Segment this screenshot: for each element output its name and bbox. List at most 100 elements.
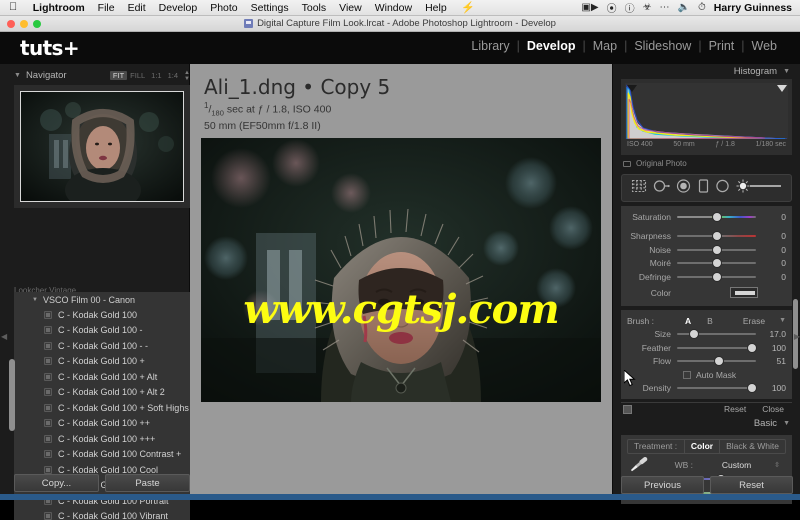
slider-knob[interactable]	[748, 384, 756, 392]
menu-item-settings[interactable]: Settings	[244, 2, 295, 14]
checkbox-icon[interactable]	[683, 371, 691, 379]
color-picker-row[interactable]: Color	[627, 284, 786, 302]
wb-value[interactable]: Custom	[699, 460, 774, 470]
navigator-thumbnail[interactable]	[14, 85, 190, 208]
original-photo-toggle[interactable]: Original Photo	[623, 159, 800, 168]
red-eye-icon[interactable]	[676, 179, 691, 198]
slider-brush-density[interactable]: Density 100	[627, 381, 786, 395]
brush-b-button[interactable]: B	[699, 316, 721, 326]
list-item[interactable]: C - Kodak Gold 100 + Alt 2	[14, 385, 190, 401]
menu-item-edit[interactable]: Edit	[121, 2, 152, 14]
list-item[interactable]: C - Kodak Gold 100 + Soft Highs	[14, 400, 190, 416]
menu-item-file[interactable]: File	[91, 2, 121, 14]
left-panel-collapse-icon[interactable]: ◀	[1, 332, 7, 341]
histogram-header[interactable]: Histogram ▼	[613, 64, 800, 79]
ellipsis-icon[interactable]: ⋯	[656, 2, 674, 13]
slider-track[interactable]	[677, 249, 756, 251]
brush-close-button[interactable]: Close	[754, 404, 792, 414]
menu-item-tools[interactable]: Tools	[295, 2, 333, 14]
treatment-row[interactable]: Treatment : Color Black & White	[627, 439, 786, 454]
dropbox-icon[interactable]: ⦿	[603, 0, 621, 15]
chevron-down-icon[interactable]: ▼	[32, 297, 38, 303]
module-picker[interactable]: Library | Develop | Map | Slideshow | Pr…	[464, 39, 784, 53]
graduated-filter-icon[interactable]	[698, 179, 709, 198]
screen-recording-icon[interactable]: ▣▶	[577, 2, 602, 13]
volume-icon[interactable]: 🔈	[674, 2, 694, 13]
zoom-level-fill[interactable]: FILL	[127, 71, 148, 80]
slider-knob[interactable]	[713, 232, 721, 240]
preset-group-vsco-film-00-canon[interactable]: ▼ VSCO Film 00 - Canon	[14, 292, 190, 307]
crop-overlay-icon[interactable]	[631, 179, 647, 198]
slider-saturation[interactable]: Saturation 0	[627, 210, 786, 224]
module-print[interactable]: Print	[702, 39, 742, 53]
list-item[interactable]: C - Kodak Gold 100	[14, 307, 190, 323]
slider-knob[interactable]	[748, 344, 756, 352]
filmstrip-bar[interactable]	[0, 494, 800, 500]
right-panel-collapse-icon[interactable]: ▶	[794, 332, 800, 341]
time-machine-icon[interactable]: ⏱	[694, 2, 710, 13]
slider-defringe[interactable]: Defringe 0	[627, 270, 786, 284]
module-web[interactable]: Web	[745, 39, 784, 53]
slider-track[interactable]	[677, 276, 756, 278]
module-develop[interactable]: Develop	[520, 39, 583, 53]
slider-track[interactable]	[677, 333, 756, 335]
brush-footer-bar[interactable]: Reset Close	[621, 402, 792, 416]
develop-tool-strip[interactable]	[621, 174, 792, 202]
treatment-bw-option[interactable]: Black & White	[719, 440, 785, 453]
zoom-level-1-4[interactable]: 1:4	[165, 71, 181, 80]
wb-stepper-icon[interactable]: ⇳	[774, 461, 786, 469]
menu-item-view[interactable]: View	[333, 2, 369, 14]
checkbox-icon[interactable]	[623, 161, 631, 167]
slider-knob[interactable]	[713, 259, 721, 267]
maximize-icon[interactable]	[33, 20, 41, 28]
slider-knob[interactable]	[690, 330, 698, 338]
menu-item-window[interactable]: Window	[368, 2, 418, 14]
left-panel-scrollbar[interactable]	[9, 359, 15, 431]
brush-pin-swatch-icon[interactable]	[623, 405, 632, 414]
slider-sharpness[interactable]: Sharpness 0	[627, 230, 786, 244]
treatment-color-option[interactable]: Color	[684, 440, 719, 453]
module-map[interactable]: Map	[586, 39, 624, 53]
list-item[interactable]: C - Kodak Gold 100 + Alt	[14, 369, 190, 385]
white-balance-row[interactable]: WB : Custom ⇳	[627, 457, 786, 473]
info-icon[interactable]: ⓘ	[621, 0, 639, 15]
zoom-level-fit[interactable]: FIT	[110, 71, 127, 80]
chevron-down-icon[interactable]: ▼	[14, 72, 21, 79]
slider-track[interactable]	[677, 347, 756, 349]
slider-track[interactable]	[677, 360, 756, 362]
copy-button[interactable]: Copy...	[14, 474, 99, 492]
slider-track[interactable]	[677, 262, 756, 264]
histogram-graph[interactable]	[625, 83, 788, 139]
zoom-level-1-1[interactable]: 1:1	[148, 71, 164, 80]
slider-knob[interactable]	[713, 246, 721, 254]
menu-item-develop[interactable]: Develop	[152, 2, 204, 14]
radial-filter-icon[interactable]	[715, 179, 730, 198]
effect-sliders-panel[interactable]: Saturation 0 Sharpness 0 Noise 0 Moiré 0	[621, 206, 792, 306]
slider-brush-feather[interactable]: Feather 100	[627, 341, 786, 355]
slider-noise[interactable]: Noise 0	[627, 243, 786, 257]
brush-a-button[interactable]: A	[677, 316, 699, 326]
slider-track[interactable]	[677, 387, 756, 389]
eyedropper-icon[interactable]	[627, 456, 653, 474]
window-traffic-lights[interactable]	[7, 20, 41, 28]
slider-knob[interactable]	[713, 273, 721, 281]
menu-item-help[interactable]: Help	[419, 2, 454, 14]
list-item[interactable]: C - Kodak Gold 100 ++	[14, 416, 190, 432]
module-library[interactable]: Library	[464, 39, 516, 53]
chevron-down-icon[interactable]: ▼	[783, 68, 790, 75]
paste-button[interactable]: Paste	[105, 474, 190, 492]
list-item[interactable]: C - Kodak Gold 100 - -	[14, 338, 190, 354]
list-item[interactable]: C - Kodak Gold 100 +	[14, 354, 190, 370]
navigator-header[interactable]: ▼ Navigator FIT FILL 1:1 1:4 ▲▼	[14, 68, 190, 83]
spot-removal-icon[interactable]	[653, 179, 670, 198]
slider-track[interactable]	[677, 235, 756, 237]
histogram-panel[interactable]: ISO 400 50 mm ƒ / 1.8 1/180 sec	[621, 79, 792, 155]
brush-reset-button[interactable]: Reset	[716, 404, 754, 414]
adjustment-brush-icon[interactable]	[736, 179, 782, 198]
slider-brush-flow[interactable]: Flow 51	[627, 355, 786, 369]
previous-button[interactable]: Previous	[621, 476, 704, 494]
slider-knob[interactable]	[715, 357, 723, 365]
basic-panel-header[interactable]: Basic ▼	[613, 416, 800, 431]
main-photo[interactable]	[201, 138, 601, 402]
list-item[interactable]: C - Kodak Gold 100 Contrast +	[14, 447, 190, 463]
